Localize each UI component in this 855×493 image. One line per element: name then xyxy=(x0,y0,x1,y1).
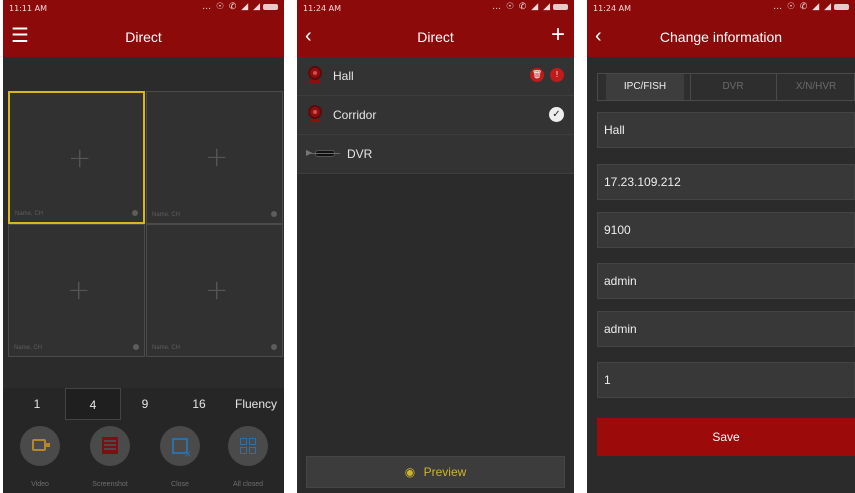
add-device-icon[interactable]: + xyxy=(551,22,565,48)
close-window-icon xyxy=(160,426,200,466)
channel-input[interactable] xyxy=(598,363,854,397)
video-cell-1[interactable]: + Name, CH xyxy=(8,91,145,224)
status-time: 11:11 AM xyxy=(9,4,47,13)
close-button[interactable]: Close xyxy=(145,420,215,488)
cell-caption: Name, CH xyxy=(152,345,181,351)
cell-status-dot xyxy=(271,344,277,350)
status-icons: … ☉ ✆ ◢ ◢ xyxy=(773,2,849,12)
tab-ipc-fish[interactable]: IPC/FISH xyxy=(606,74,684,100)
password-field[interactable] xyxy=(597,311,855,347)
add-camera-icon[interactable]: + xyxy=(205,140,228,173)
password-input[interactable] xyxy=(598,312,854,346)
split-selector: 1 4 9 16 Fluency xyxy=(3,388,284,420)
address-input[interactable] xyxy=(598,165,854,199)
cell-status-dot xyxy=(132,210,138,216)
device-row-hall[interactable]: Hall 🗑 ! xyxy=(297,57,574,96)
username-field[interactable] xyxy=(597,263,855,299)
cell-status-dot xyxy=(133,344,139,350)
status-time: 11:24 AM xyxy=(303,4,341,13)
split-option-1[interactable]: 1 xyxy=(17,388,57,420)
preview-button[interactable]: ◉ Preview xyxy=(306,456,565,488)
video-record-icon xyxy=(20,426,60,466)
add-camera-icon[interactable]: + xyxy=(68,141,91,174)
cell-status-dot xyxy=(271,211,277,217)
page-title: Direct xyxy=(417,29,454,45)
device-name: Corridor xyxy=(333,108,377,122)
alert-icon[interactable]: ! xyxy=(550,68,564,82)
title-bar: ‹ Direct + xyxy=(297,17,574,57)
device-list: Hall 🗑 ! Corridor ✓ ▶ DVR xyxy=(297,57,574,174)
save-button[interactable]: Save xyxy=(597,418,855,456)
name-field[interactable] xyxy=(597,112,855,148)
status-bar: 11:11 AM … ☉ ✆ ◢ ◢ xyxy=(3,0,284,17)
action-bar: Video Screenshot Close All closed xyxy=(3,420,284,493)
close-all-icon xyxy=(228,426,268,466)
battery-icon xyxy=(553,3,568,10)
preview-label: Preview xyxy=(423,465,467,479)
checkmark-icon[interactable]: ✓ xyxy=(549,107,564,122)
name-input[interactable] xyxy=(598,113,854,147)
video-cell-4[interactable]: + Name, CH xyxy=(146,224,283,357)
cell-caption: Name, CH xyxy=(14,345,43,351)
status-icons: … ☉ ✆ ◢ ◢ xyxy=(492,2,568,12)
status-bar: 11:24 AM … ☉ ✆ ◢ ◢ xyxy=(297,0,574,17)
live-view-screen: 11:11 AM … ☉ ✆ ◢ ◢ ☰ Direct + Name, CH +… xyxy=(3,0,284,493)
split-option-16[interactable]: 16 xyxy=(179,388,219,420)
address-field[interactable] xyxy=(597,164,855,200)
screenshot-button[interactable]: Screenshot xyxy=(75,420,145,488)
status-time: 11:24 AM xyxy=(593,4,631,13)
device-type-tabs: IPC/FISH DVR X/N/HVR xyxy=(597,73,855,101)
port-field[interactable] xyxy=(597,212,855,248)
device-name: DVR xyxy=(347,147,373,161)
username-input[interactable] xyxy=(598,264,854,298)
device-list-screen: 11:24 AM … ☉ ✆ ◢ ◢ ‹ Direct + Hall 🗑 ! C… xyxy=(297,0,574,493)
video-grid: + Name, CH + Name, CH + Name, CH + Name,… xyxy=(8,91,283,357)
device-row-dvr[interactable]: ▶ DVR xyxy=(297,135,574,174)
delete-icon[interactable]: 🗑 xyxy=(530,68,544,82)
cell-caption: Name, CH xyxy=(15,211,44,217)
page-title: Direct xyxy=(125,29,162,45)
close-label: Close xyxy=(171,481,189,488)
video-button[interactable]: Video xyxy=(5,420,75,488)
screenshot-icon xyxy=(90,426,130,466)
screenshot-label: Screenshot xyxy=(92,481,128,488)
title-bar: ‹ Change information xyxy=(587,17,855,57)
video-cell-2[interactable]: + Name, CH xyxy=(146,91,283,224)
close-all-button[interactable]: All closed xyxy=(213,420,283,488)
title-bar: ☰ Direct xyxy=(3,17,284,57)
split-option-9[interactable]: 9 xyxy=(125,388,165,420)
channel-field[interactable] xyxy=(597,362,855,398)
status-bar: 11:24 AM … ☉ ✆ ◢ ◢ xyxy=(587,0,855,17)
page-title: Change information xyxy=(659,29,783,45)
close-all-label: All closed xyxy=(233,481,263,488)
tab-dvr[interactable]: DVR xyxy=(691,74,775,100)
split-option-4[interactable]: 4 xyxy=(65,388,121,420)
camera-icon xyxy=(307,66,323,84)
battery-icon xyxy=(263,3,278,10)
add-camera-icon[interactable]: + xyxy=(205,273,228,306)
device-row-corridor[interactable]: Corridor ✓ xyxy=(297,96,574,135)
camera-icon xyxy=(307,105,323,123)
split-option-fluency[interactable]: Fluency xyxy=(231,388,281,420)
device-name: Hall xyxy=(333,69,354,83)
change-info-screen: 11:24 AM … ☉ ✆ ◢ ◢ ‹ Change information … xyxy=(587,0,855,493)
dvr-icon xyxy=(310,150,340,157)
video-cell-3[interactable]: + Name, CH xyxy=(8,224,145,357)
add-camera-icon[interactable]: + xyxy=(67,273,90,306)
cell-caption: Name, CH xyxy=(152,212,181,218)
battery-icon xyxy=(834,3,849,10)
eye-icon: ◉ xyxy=(404,465,416,479)
tab-xnhvr[interactable]: X/N/HVR xyxy=(777,74,855,100)
video-label: Video xyxy=(31,481,49,488)
port-input[interactable] xyxy=(598,213,854,247)
status-icons: … ☉ ✆ ◢ ◢ xyxy=(202,2,278,12)
